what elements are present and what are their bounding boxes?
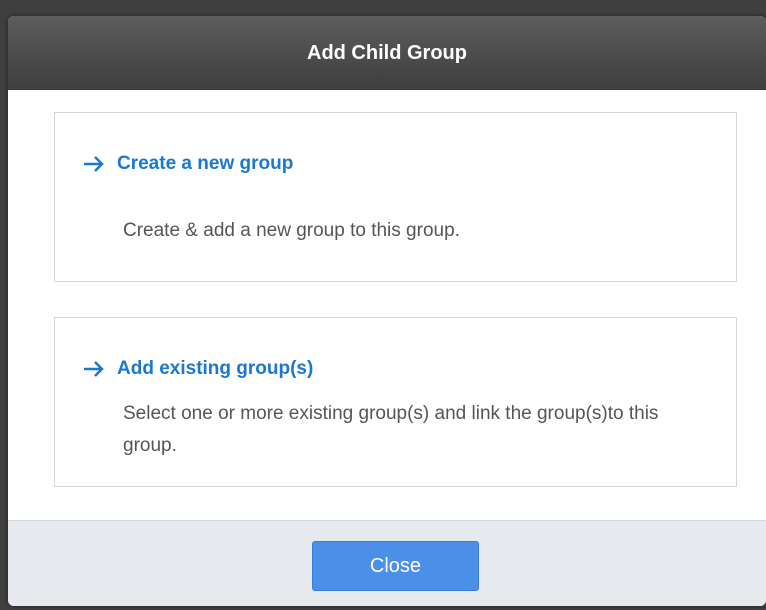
dialog-title: Add Child Group	[307, 41, 467, 64]
add-existing-groups-option[interactable]: Add existing group(s) Select one or more…	[54, 317, 737, 487]
close-button[interactable]: Close	[312, 541, 479, 591]
dialog-header: Add Child Group	[8, 16, 766, 90]
create-new-group-description: Create & add a new group to this group.	[123, 220, 460, 241]
dialog-body: Create a new group Create & add a new gr…	[8, 90, 766, 504]
arrow-right-icon	[84, 361, 104, 377]
add-existing-groups-link[interactable]: Add existing group(s)	[83, 358, 313, 380]
add-existing-groups-title: Add existing group(s)	[117, 358, 314, 379]
add-existing-groups-description: Select one or more existing group(s) and…	[123, 403, 659, 456]
create-new-group-title: Create a new group	[117, 153, 294, 174]
arrow-right-icon	[84, 156, 104, 172]
dialog-footer: Close	[8, 520, 766, 606]
add-child-group-dialog: Add Child Group Create a new group Creat…	[8, 16, 766, 606]
create-new-group-link[interactable]: Create a new group	[83, 153, 293, 175]
create-new-group-option[interactable]: Create a new group Create & add a new gr…	[54, 112, 737, 282]
